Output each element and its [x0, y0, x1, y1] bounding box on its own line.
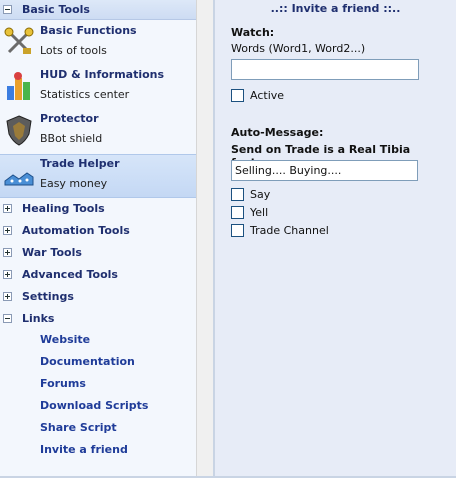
checkbox-box[interactable] — [231, 89, 244, 102]
tool-title: Trade Helper — [40, 157, 120, 170]
section-label: Basic Tools — [22, 3, 90, 16]
sidebar: Basic Tools Basic Functions Lots of tool… — [0, 0, 213, 478]
section-label: Links — [22, 311, 55, 325]
section-healing-tools[interactable]: Healing Tools — [0, 198, 196, 218]
checkbox-box[interactable] — [231, 188, 244, 201]
sidebar-scrollbar[interactable] — [196, 0, 213, 478]
tool-subtitle: Lots of tools — [40, 44, 107, 57]
watch-label: Watch: — [231, 26, 275, 39]
active-checkbox[interactable]: Active — [231, 89, 284, 102]
link-invite-a-friend[interactable]: Invite a friend — [40, 443, 128, 456]
tool-title: Basic Functions — [40, 24, 137, 37]
main-panel: ..:: Invite a friend ::.. Watch: Words (… — [215, 0, 456, 478]
active-label: Active — [250, 89, 285, 102]
words-label: Words (Word1, Word2...) — [231, 42, 366, 55]
section-automation-tools[interactable]: Automation Tools — [0, 220, 196, 240]
stats-icon — [7, 72, 30, 100]
link-documentation[interactable]: Documentation — [40, 355, 135, 368]
say-checkbox[interactable]: Say — [231, 188, 270, 201]
section-advanced-tools[interactable]: Advanced Tools — [0, 264, 196, 284]
section-links[interactable]: Links — [0, 308, 196, 328]
trade-channel-label: Trade Channel — [250, 224, 329, 237]
tools-icon — [4, 27, 34, 54]
expand-icon[interactable] — [3, 291, 12, 301]
tool-subtitle: BBot shield — [40, 132, 103, 145]
link-download-scripts[interactable]: Download Scripts — [40, 399, 148, 412]
link-forums[interactable]: Forums — [40, 377, 86, 390]
tool-hud-informations[interactable]: HUD & Informations Statistics center — [0, 66, 196, 110]
expand-icon[interactable] — [3, 225, 12, 235]
section-label: Settings — [22, 289, 74, 303]
tool-title: HUD & Informations — [40, 68, 165, 81]
section-label: Healing Tools — [22, 201, 105, 215]
section-label: War Tools — [22, 245, 82, 259]
tool-basic-functions[interactable]: Basic Functions Lots of tools — [0, 22, 196, 66]
yell-label: Yell — [250, 206, 269, 219]
link-share-script[interactable]: Share Script — [40, 421, 117, 434]
trade-icon — [4, 172, 34, 186]
shield-icon — [6, 115, 32, 146]
words-input[interactable] — [231, 59, 419, 80]
section-war-tools[interactable]: War Tools — [0, 242, 196, 262]
panel-title: ..:: Invite a friend ::.. — [270, 2, 401, 15]
section-basic-tools[interactable]: Basic Tools — [0, 0, 196, 20]
tool-trade-helper[interactable]: Trade Helper Easy money — [0, 154, 196, 198]
yell-checkbox[interactable]: Yell — [231, 206, 268, 219]
tool-title: Protector — [40, 112, 99, 125]
section-settings[interactable]: Settings — [0, 286, 196, 306]
collapse-icon[interactable] — [3, 5, 12, 14]
expand-icon[interactable] — [3, 203, 12, 213]
auto-message-label: Auto-Message: — [231, 126, 324, 139]
say-label: Say — [250, 188, 271, 201]
tool-protector[interactable]: Protector BBot shield — [0, 110, 196, 154]
section-label: Advanced Tools — [22, 267, 118, 281]
tool-subtitle: Easy money — [40, 177, 108, 190]
collapse-icon[interactable] — [3, 313, 12, 323]
trade-channel-checkbox[interactable]: Trade Channel — [231, 224, 329, 237]
section-label: Automation Tools — [22, 223, 130, 237]
checkbox-box[interactable] — [231, 206, 244, 219]
message-input[interactable]: Selling.... Buying.... — [231, 160, 418, 181]
expand-icon[interactable] — [3, 269, 12, 279]
link-website[interactable]: Website — [40, 333, 90, 346]
expand-icon[interactable] — [3, 247, 12, 257]
checkbox-box[interactable] — [231, 224, 244, 237]
tool-subtitle: Statistics center — [40, 88, 130, 101]
